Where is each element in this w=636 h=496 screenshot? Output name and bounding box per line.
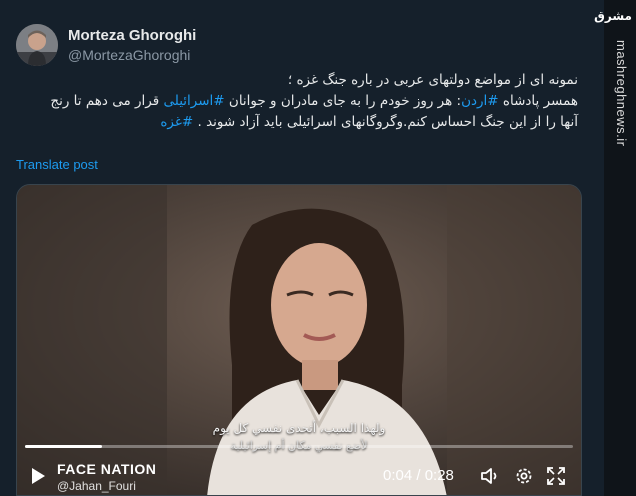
hashtag-link[interactable]: #غزه: [160, 114, 193, 130]
screenshot-frame: Morteza Ghoroghi @MortezaGhoroghi نمونه …: [0, 0, 636, 496]
avatar[interactable]: [16, 24, 58, 66]
video-progress-bar[interactable]: [25, 445, 573, 448]
site-url: mashreghnews.ir: [614, 40, 629, 147]
author-name[interactable]: Morteza Ghoroghi: [68, 27, 196, 44]
video-time: 0:04 / 0:28: [383, 467, 454, 484]
post-text-segment: همسر پادشاه: [498, 93, 578, 109]
post-text: نمونه ای از مواضع دولتهای عربی در باره ج…: [18, 70, 578, 133]
translate-post-link[interactable]: Translate post: [16, 157, 98, 172]
author-handle[interactable]: @MortezaGhoroghi: [68, 47, 190, 63]
post-text-segment: : هر روز خودم را به جای مادران و جوانان: [224, 93, 462, 109]
site-logo: مشرق: [594, 9, 632, 23]
hashtag-link[interactable]: #اسرائیلی: [163, 93, 224, 109]
settings-icon[interactable]: [513, 465, 535, 487]
video-controls: FACE NATION @Jahan_Fouri 0:04 / 0:28: [17, 453, 581, 495]
video-watermark: @Jahan_Fouri: [57, 479, 136, 493]
post-line-2: همسر پادشاه #اردن: هر روز خودم را به جای…: [18, 91, 578, 112]
tweet-card: Morteza Ghoroghi @MortezaGhoroghi نمونه …: [0, 0, 604, 496]
avatar-image: [16, 24, 58, 66]
fullscreen-icon[interactable]: [545, 465, 567, 487]
post-text-segment: قرار می دهم تا رنج: [50, 93, 164, 109]
video-progress-fill: [25, 445, 102, 448]
post-text-segment: آنها را از این جنگ احساس کنم.وگروگانهای …: [193, 114, 579, 130]
video-player[interactable]: ولهذا السبب، أتحدى نفسي كل يوم لأضع نفسي…: [16, 184, 582, 496]
post-line-1: نمونه ای از مواضع دولتهای عربی در باره ج…: [287, 72, 578, 88]
volume-icon[interactable]: [479, 465, 501, 487]
hashtag-link[interactable]: #اردن: [461, 93, 499, 109]
post-line-3: آنها را از این جنگ احساس کنم.وگروگانهای …: [18, 112, 578, 133]
channel-logo: FACE NATION: [57, 461, 157, 477]
play-icon[interactable]: [29, 467, 47, 485]
subtitle-line-1: ولهذا السبب، أتحدى نفسي كل يوم: [212, 421, 386, 435]
site-watermark-strip: مشرق mashreghnews.ir: [594, 0, 636, 496]
